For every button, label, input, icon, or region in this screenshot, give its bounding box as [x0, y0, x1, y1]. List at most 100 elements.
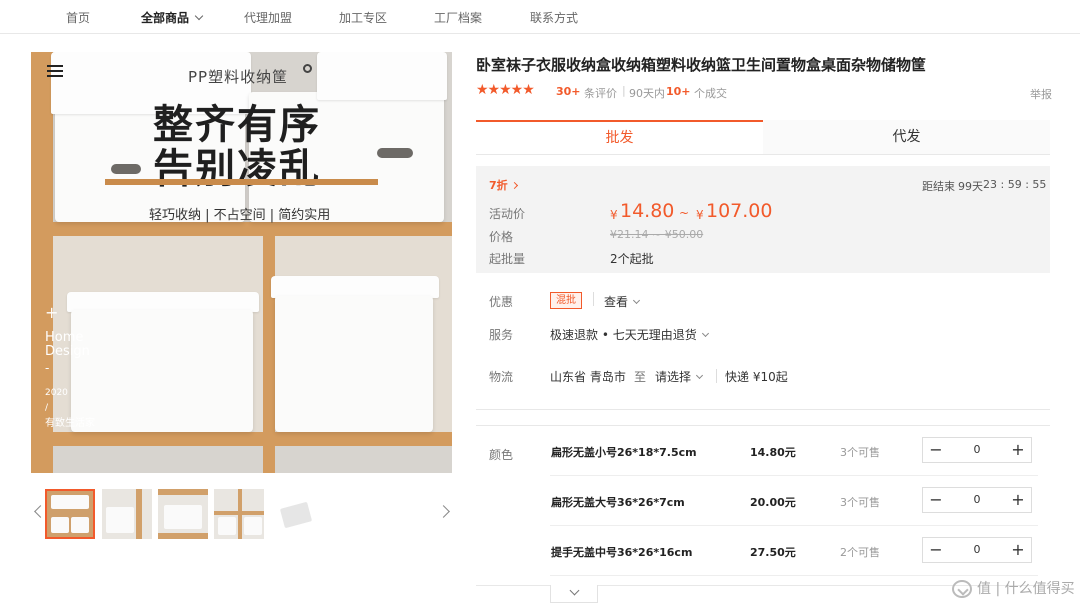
- shelf-board: [31, 432, 452, 446]
- chevron-down-icon: [194, 11, 204, 21]
- price-range-tilde: ~: [679, 206, 690, 220]
- countdown-days: 99天: [958, 180, 983, 193]
- image-tagline: 轻巧收纳 | 不占空间 | 简约实用: [149, 208, 331, 223]
- chevron-right-icon: [510, 181, 518, 190]
- sku-name: 扁形无盖大号36*26*7cm: [551, 496, 685, 509]
- increment-button[interactable]: +: [1005, 438, 1031, 462]
- review-label: 条评价: [584, 87, 617, 100]
- chevron-right-icon[interactable]: [437, 505, 450, 518]
- image-side-year: 2020: [45, 388, 68, 398]
- countdown-time: 23 : 59 : 55: [983, 178, 1047, 191]
- tab-wholesale[interactable]: 批发: [476, 120, 763, 155]
- image-side-design: Design: [45, 344, 90, 359]
- promo-price-low: 14.80: [620, 200, 675, 222]
- min-order-value: 2个起批: [610, 252, 654, 266]
- countdown-label: 距结束: [922, 180, 955, 193]
- increment-button[interactable]: +: [1005, 538, 1031, 562]
- thumbnail[interactable]: [102, 489, 152, 539]
- divider: [550, 475, 1038, 476]
- image-side-dash: -: [45, 361, 50, 375]
- box-handle: [111, 164, 141, 174]
- storage-box: [275, 296, 433, 432]
- quantity-input[interactable]: 0: [949, 488, 1005, 512]
- nav-all-products[interactable]: 全部商品: [141, 9, 204, 26]
- logistics-label: 物流: [489, 370, 514, 384]
- thumbnail[interactable]: [214, 489, 264, 539]
- color-label: 颜色: [489, 448, 514, 462]
- quantity-input[interactable]: 0: [949, 438, 1005, 462]
- sold-label: 90天内: [629, 87, 665, 100]
- divider: [476, 409, 1050, 410]
- watermark: 值 | 什么值得买: [952, 578, 1075, 598]
- watermark-text: 值 | 什么值得买: [977, 581, 1075, 597]
- report-link[interactable]: 举报: [1030, 86, 1052, 102]
- image-side-brand: 有致生活家: [45, 418, 95, 429]
- thumbnail[interactable]: [45, 489, 95, 539]
- quantity-stepper: − 0 +: [922, 537, 1032, 563]
- divider: [550, 575, 1038, 576]
- promo-price-label: 活动价: [489, 207, 526, 221]
- box-handle: [377, 148, 413, 158]
- promo-label: 优惠: [489, 295, 514, 309]
- ship-to-select[interactable]: 请选择: [655, 368, 704, 385]
- increment-button[interactable]: +: [1005, 488, 1031, 512]
- original-price: ¥21.14 ~ ¥50.00: [610, 228, 704, 241]
- ship-to-select-label: 请选择: [655, 370, 692, 384]
- sku-price: 20.00元: [750, 496, 796, 509]
- price-label: 价格: [489, 230, 514, 244]
- purchase-tabs: 批发 代发: [476, 120, 1050, 155]
- chevron-down-icon: [695, 371, 704, 380]
- nav-home[interactable]: 首页: [66, 9, 90, 26]
- thumbnail[interactable]: [158, 489, 208, 539]
- tab-dropship[interactable]: 代发: [763, 120, 1050, 155]
- discount-badge[interactable]: 7折: [489, 177, 518, 193]
- promo-view[interactable]: 查看: [604, 293, 641, 310]
- storage-box: [71, 310, 253, 432]
- decrement-button[interactable]: −: [923, 438, 949, 462]
- decrement-button[interactable]: −: [923, 538, 949, 562]
- top-nav: 首页 全部商品 代理加盟 加工专区 工厂档案 联系方式: [0, 0, 1080, 34]
- chevron-down-icon: [701, 329, 709, 338]
- image-subtitle: PP塑料收纳筐: [188, 68, 289, 86]
- nav-all-products-label: 全部商品: [141, 11, 190, 25]
- chevron-down-icon: [632, 296, 641, 305]
- nav-processing[interactable]: 加工专区: [339, 9, 387, 26]
- product-title: 卧室袜子衣服收纳盒收纳箱塑料收纳篮卫生间置物盒桌面杂物储物筐: [476, 56, 927, 74]
- sku-name: 扁形无盖小号26*18*7.5cm: [551, 446, 697, 459]
- currency-symbol: ¥: [696, 208, 704, 222]
- service-label: 服务: [489, 328, 514, 342]
- expand-sku-button[interactable]: [550, 585, 598, 603]
- review-count[interactable]: 30+: [556, 85, 581, 98]
- image-accent-bar: [105, 179, 378, 185]
- service-value[interactable]: 极速退款 • 七天无理由退货: [550, 326, 709, 343]
- nav-factory[interactable]: 工厂档案: [434, 9, 482, 26]
- quantity-stepper: − 0 +: [922, 437, 1032, 463]
- divider: [593, 292, 594, 306]
- decrement-button[interactable]: −: [923, 488, 949, 512]
- ship-to-word: 至: [634, 370, 647, 384]
- sku-stock: 2个可售: [840, 546, 880, 559]
- main-product-image[interactable]: PP塑料收纳筐 整齐有序 告别凌乱 轻巧收纳 | 不占空间 | 简约实用 + H…: [31, 52, 452, 473]
- storage-box: [317, 52, 447, 100]
- price-panel: 7折 距结束 99天 23 : 59 : 55 活动价 ¥ 14.80 ~ ¥ …: [476, 166, 1050, 273]
- sku-stock: 3个可售: [840, 446, 880, 459]
- shelf-divider: [263, 236, 275, 473]
- nav-contact[interactable]: 联系方式: [530, 9, 578, 26]
- shelf-post: [31, 52, 53, 473]
- promo-tag: 混批: [550, 292, 582, 309]
- discount-label: 7折: [489, 179, 508, 192]
- service-text: 极速退款 • 七天无理由退货: [550, 328, 697, 342]
- divider: [550, 525, 1038, 526]
- sold-count: 10+: [666, 85, 691, 98]
- sold-suffix: 个成交: [694, 87, 727, 100]
- ship-from: 山东省 青岛市: [550, 370, 626, 384]
- menu-icon: [47, 65, 63, 77]
- thumbnail[interactable]: [270, 489, 320, 539]
- nav-agency[interactable]: 代理加盟: [244, 9, 292, 26]
- promo-view-label: 查看: [604, 295, 629, 309]
- sku-name: 提手无盖中号36*26*16cm: [551, 546, 693, 559]
- sku-stock: 3个可售: [840, 496, 880, 509]
- quantity-input[interactable]: 0: [949, 538, 1005, 562]
- sku-price: 14.80元: [750, 446, 796, 459]
- rating-stars: ★★★★★: [476, 82, 535, 98]
